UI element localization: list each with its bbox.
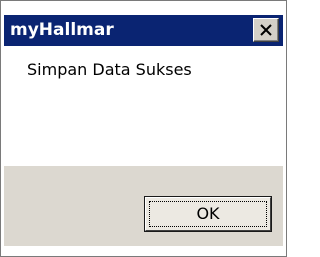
button-area: OK (4, 166, 283, 246)
message-text: Simpan Data Sukses (27, 60, 192, 79)
title-bar[interactable]: myHallmar (4, 15, 283, 46)
close-icon (260, 24, 272, 36)
dialog-title: myHallmar (10, 20, 114, 40)
ok-button-label: OK (196, 204, 220, 223)
close-button[interactable] (253, 18, 279, 42)
message-dialog: myHallmar Simpan Data Sukses OK (0, 0, 287, 257)
ok-button[interactable]: OK (145, 197, 271, 231)
